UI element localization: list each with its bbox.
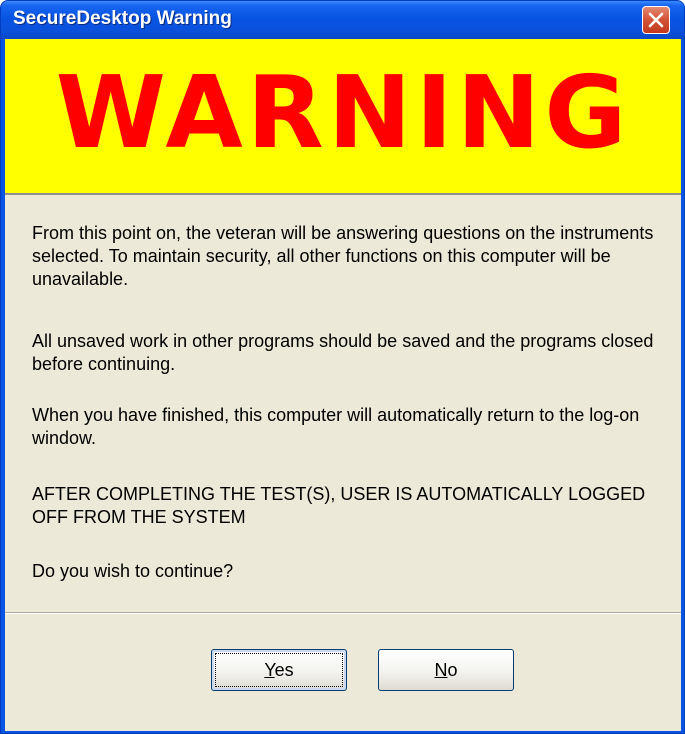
dialog-body: WARNING From this point on, the veteran … [5, 39, 681, 731]
window-title: SecureDesktop Warning [13, 8, 232, 29]
message-paragraph-1: From this point on, the veteran will be … [32, 223, 654, 289]
continue-question: Do you wish to continue? [32, 561, 234, 581]
dialog-window: SecureDesktop Warning WARNING From this … [0, 0, 685, 734]
message-paragraph-4: AFTER COMPLETING THE TEST(S), USER IS AU… [32, 484, 646, 527]
yes-button[interactable]: Yes [211, 649, 347, 691]
no-mnemonic: N [434, 660, 448, 680]
title-bar[interactable]: SecureDesktop Warning [1, 1, 684, 39]
separator [5, 612, 681, 614]
message-paragraph-3: When you have finished, this computer wi… [32, 405, 640, 448]
warning-heading: WARNING [55, 54, 631, 171]
close-button[interactable] [642, 6, 670, 34]
yes-mnemonic: Y [264, 660, 275, 680]
warning-banner: WARNING [5, 39, 681, 195]
message-paragraph-2: All unsaved work in other programs shoul… [32, 331, 654, 374]
close-icon [648, 12, 664, 28]
yes-label: es [274, 660, 294, 680]
no-button[interactable]: No [378, 649, 514, 691]
no-label: o [447, 660, 458, 680]
